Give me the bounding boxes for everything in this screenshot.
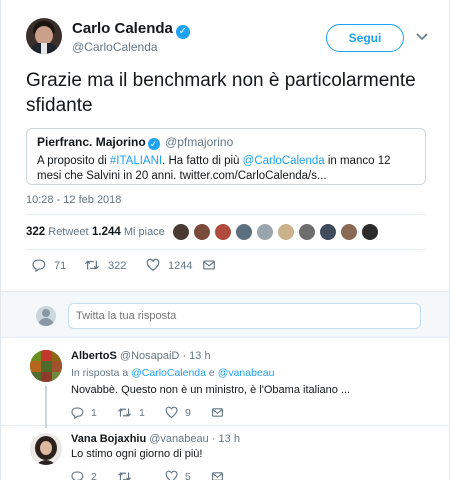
retweet-icon [118,408,131,417]
reply-time[interactable]: · 13 h [212,433,240,445]
chevron-down-icon[interactable] [414,28,430,44]
author-handle[interactable]: @CarloCalenda [72,40,158,54]
reply-actions: 2 5 [71,470,411,480]
envelope-icon [203,260,215,270]
retweet-button[interactable]: 322 [84,258,126,276]
reply-count: 2 [91,471,97,480]
retweet-icon [85,260,99,270]
quoted-text-part: . Ha fatto di più [162,155,243,167]
mention-link[interactable]: @vanabeau [218,367,275,379]
like-stat-count: 1.244 [92,226,121,238]
liker-avatar[interactable] [256,223,274,241]
reply-button[interactable]: 2 [71,470,97,480]
author-name[interactable]: Carlo Calenda [72,20,173,37]
like-count: 1244 [168,260,193,272]
quoted-author-handle: @pfmajorino [165,135,234,149]
like-button[interactable]: 5 [165,470,191,480]
like-stat[interactable]: 1.244 Mi piace [92,226,165,238]
reply-text: Novabbè. Questo non è un ministro, è l'O… [71,384,351,396]
reply-actions: 1 1 9 [71,406,411,422]
retweet-stat-label: Retweet [48,226,89,238]
reply-header: AlbertoS @NosapaiD · 13 h [71,350,211,362]
quoted-tweet-header: Pierfranc. Majorino ✓ @pfmajorino [37,135,415,150]
like-count: 5 [185,471,191,480]
verified-badge-icon: ✓ [175,25,190,39]
reply-icon [32,259,46,273]
liker-avatar[interactable] [298,223,316,241]
hashtag-link[interactable]: #ITALIANI [110,155,162,167]
in-reply-prefix: In risposta a [71,367,132,379]
quoted-author-name: Pierfranc. Majorino [37,135,146,149]
reply-tweet[interactable]: AlbertoS @NosapaiD · 13 h In risposta a … [1,338,449,428]
verified-badge-icon: ✓ [147,138,160,150]
reply-author-avatar[interactable] [30,433,62,465]
like-button[interactable]: 9 [165,406,191,419]
in-reply-to: In risposta a @CarloCalenda e @vanabeau [71,367,274,379]
liker-avatar[interactable] [193,223,211,241]
liker-avatar[interactable] [172,223,190,241]
quoted-text-part: A proposito di [37,155,110,167]
author-name-row[interactable]: Carlo Calenda ✓ [72,20,190,39]
retweet-count: 1 [139,407,145,419]
current-user-avatar [36,306,56,326]
reply-input[interactable] [68,303,421,329]
in-reply-join: e [206,367,218,379]
tweet-actions: 71 322 1244 [26,258,426,276]
heart-icon [146,258,160,271]
direct-message-button[interactable] [211,470,231,480]
reply-author-avatar[interactable] [30,350,62,382]
retweet-count: 322 [108,260,127,272]
liker-avatar[interactable] [319,223,337,241]
retweet-stat[interactable]: 322 Retweet [26,226,89,238]
direct-message-button[interactable] [211,406,231,419]
heart-icon [165,470,178,480]
liker-avatar[interactable] [340,223,358,241]
quoted-tweet-text: A proposito di #ITALIANI. Ha fatto di pi… [37,154,415,184]
reply-author-handle[interactable]: @NosapaiD [120,350,179,362]
retweet-stat-count: 322 [26,226,46,238]
thread-connector [45,386,47,428]
tweet-text: Grazie ma il benchmark non è particolarm… [26,70,416,116]
tweet-author-header: Carlo Calenda ✓ @CarloCalenda Segui [26,18,428,58]
author-avatar[interactable] [26,18,62,54]
envelope-icon [212,472,223,480]
liker-avatar[interactable] [277,223,295,241]
tweet-stats: 322 Retweet 1.244 Mi piace [26,214,426,250]
reply-count: 71 [54,260,67,272]
retweet-button[interactable] [117,470,139,480]
tweet-detail-panel: Carlo Calenda ✓ @CarloCalenda Segui Grazi… [0,0,450,480]
like-count: 9 [185,407,191,419]
follow-button[interactable]: Segui [326,24,404,52]
retweet-icon [118,472,131,480]
reply-text: Lo stimo ogni giorno di più! [71,448,203,460]
reply-time[interactable]: · 13 h [182,350,210,362]
mention-link[interactable]: @CarloCalenda [131,367,206,379]
direct-message-button[interactable] [202,258,224,276]
reply-author-name[interactable]: Vana Bojaxhiu [71,433,146,445]
reply-tweet[interactable]: Vana Bojaxhiu @vanabeau · 13 h Lo stimo … [1,426,449,480]
reply-count: 1 [91,407,97,419]
reply-icon [71,471,84,480]
mention-link[interactable]: @CarloCalenda [243,155,325,167]
reply-composer [1,291,449,338]
reply-icon [71,407,84,420]
retweet-button[interactable]: 1 [117,406,145,419]
like-stat-label: Mi piace [123,226,165,238]
liker-avatar[interactable] [235,223,253,241]
reply-button[interactable]: 71 [32,258,66,276]
envelope-icon [212,408,223,417]
reply-author-name[interactable]: AlbertoS [71,350,117,362]
reply-button[interactable]: 1 [71,406,97,420]
tweet-timestamp[interactable]: 10:28 - 12 feb 2018 [26,194,121,206]
reply-header: Vana Bojaxhiu @vanabeau · 13 h [71,433,240,445]
reply-author-handle[interactable]: @vanabeau [149,433,209,445]
quoted-tweet[interactable]: Pierfranc. Majorino ✓ @pfmajorino A propo… [26,128,426,185]
liker-avatar[interactable] [361,223,379,241]
like-button[interactable]: 1244 [146,258,192,276]
liker-avatar[interactable] [214,223,232,241]
heart-icon [165,406,178,419]
